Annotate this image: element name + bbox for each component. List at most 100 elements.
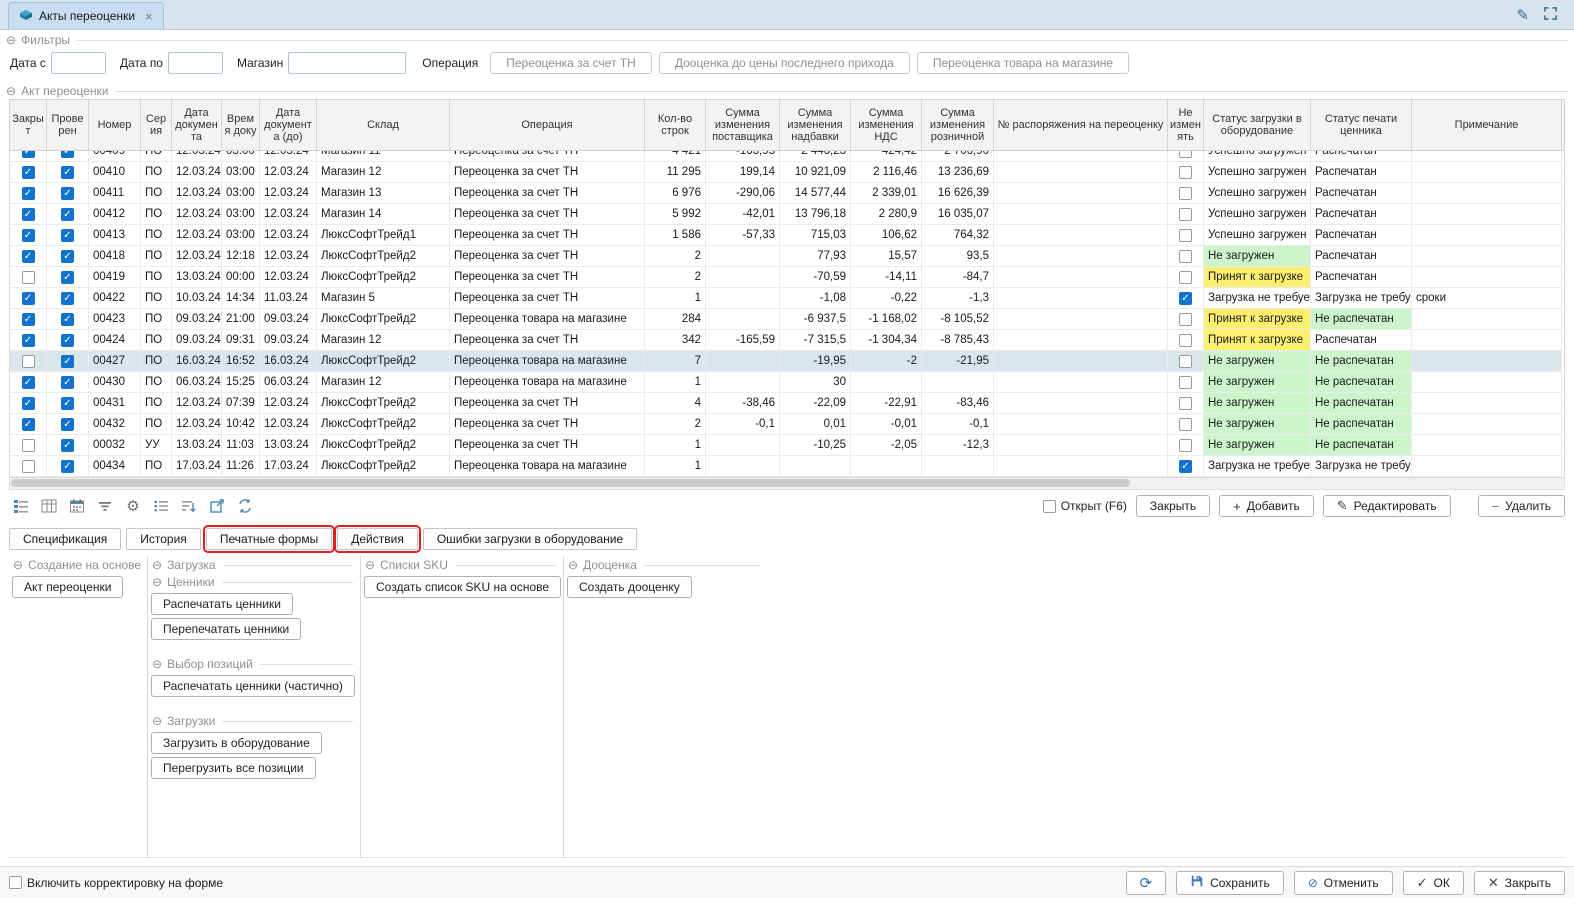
checked-checkbox[interactable]: ✓ xyxy=(61,208,74,221)
table-row[interactable]: ✓00427ПО16.03.2416:5216.03.24ЛюксСофтТре… xyxy=(10,351,1564,372)
checkbox[interactable] xyxy=(1043,500,1056,513)
collapse-icon[interactable]: ⊖ xyxy=(152,559,162,571)
date-from-input[interactable] xyxy=(51,52,106,74)
checked-checkbox[interactable]: ✓ xyxy=(61,292,74,305)
date-to-input[interactable] xyxy=(168,52,223,74)
enable-correction-checkbox[interactable]: Включить корректировку на форме xyxy=(9,876,223,890)
add-button[interactable]: +Добавить xyxy=(1219,495,1314,517)
subtab-3[interactable]: Действия xyxy=(337,528,418,550)
subtab-4[interactable]: Ошибки загрузки в оборудование xyxy=(423,528,637,550)
calendar-icon[interactable] xyxy=(65,495,89,517)
closed-checkbox[interactable]: ✓ xyxy=(22,151,35,158)
subtab-0[interactable]: Спецификация xyxy=(9,528,121,550)
table-row[interactable]: ✓00032УУ13.03.2411:0313.03.24ЛюксСофтТре… xyxy=(10,435,1564,456)
table-row[interactable]: ✓✓00430ПО06.03.2415:2506.03.24Магазин 12… xyxy=(10,372,1564,393)
table-row[interactable]: ✓✓00418ПО12.03.2412:1812.03.24ЛюксСофтТр… xyxy=(10,246,1564,267)
checked-checkbox[interactable]: ✓ xyxy=(61,334,74,347)
column-header[interactable]: Время доку xyxy=(222,100,260,150)
no_change-checkbox[interactable] xyxy=(1179,334,1192,347)
subtab-2[interactable]: Печатные формы xyxy=(206,528,332,550)
delete-button[interactable]: −Удалить xyxy=(1478,495,1565,517)
table-row[interactable]: ✓✓00431ПО12.03.2407:3912.03.24ЛюксСофтТр… xyxy=(10,393,1564,414)
closed-checkbox[interactable]: ✓ xyxy=(22,250,35,263)
column-header[interactable]: Статус загрузки в оборудование xyxy=(1204,100,1311,150)
settings-gear-icon[interactable]: ⚙ xyxy=(121,495,145,517)
closed-checkbox[interactable]: ✓ xyxy=(22,166,35,179)
no_change-checkbox[interactable] xyxy=(1179,229,1192,242)
table-row[interactable]: ✓✓00411ПО12.03.2403:0012.03.24Магазин 13… xyxy=(10,183,1564,204)
no_change-checkbox[interactable] xyxy=(1179,418,1192,431)
closed-checkbox[interactable] xyxy=(22,271,35,284)
open-in-new-icon[interactable] xyxy=(205,495,229,517)
create-markup-button[interactable]: Создать дооценку xyxy=(567,576,692,598)
no_change-checkbox[interactable] xyxy=(1179,439,1192,452)
closed-checkbox[interactable] xyxy=(22,460,35,473)
edit-mode-icon[interactable]: ✎ xyxy=(1516,6,1529,24)
no_change-checkbox[interactable] xyxy=(1179,271,1192,284)
closed-checkbox[interactable]: ✓ xyxy=(22,313,35,326)
closed-checkbox[interactable]: ✓ xyxy=(22,376,35,389)
column-header[interactable]: Дата документа (до) xyxy=(260,100,317,150)
checked-checkbox[interactable]: ✓ xyxy=(61,397,74,410)
column-header[interactable]: № распоряжения на переоценку xyxy=(994,100,1168,150)
table-view-icon[interactable] xyxy=(37,495,61,517)
closed-checkbox[interactable]: ✓ xyxy=(22,187,35,200)
column-header[interactable]: Серия xyxy=(141,100,172,150)
closed-checkbox[interactable] xyxy=(22,355,35,368)
refresh-button[interactable]: ⟳ xyxy=(1126,871,1167,895)
column-header[interactable]: Склад xyxy=(317,100,450,150)
collapse-icon[interactable]: ⊖ xyxy=(365,559,375,571)
checked-checkbox[interactable]: ✓ xyxy=(61,271,74,284)
column-header[interactable]: Закрыт xyxy=(10,100,47,150)
no_change-checkbox[interactable] xyxy=(1179,250,1192,263)
collapse-icon[interactable]: ⊖ xyxy=(568,559,578,571)
checked-checkbox[interactable]: ✓ xyxy=(61,313,74,326)
table-row[interactable]: ✓✓00413ПО12.03.2403:0012.03.24ЛюксСофтТр… xyxy=(10,225,1564,246)
no_change-checkbox[interactable] xyxy=(1179,166,1192,179)
store-input[interactable] xyxy=(288,52,406,74)
table-row[interactable]: ✓✓00409ПО12.03.2403:0012.03.24Магазин 11… xyxy=(10,151,1564,162)
no_change-checkbox[interactable] xyxy=(1179,187,1192,200)
collapse-icon[interactable]: ⊖ xyxy=(13,559,23,571)
closed-checkbox[interactable]: ✓ xyxy=(22,208,35,221)
no_change-checkbox[interactable] xyxy=(1179,397,1192,410)
checked-checkbox[interactable]: ✓ xyxy=(61,439,74,452)
numbered-list-icon[interactable] xyxy=(149,495,173,517)
checked-checkbox[interactable]: ✓ xyxy=(61,229,74,242)
checkbox[interactable] xyxy=(9,876,22,889)
column-header[interactable]: Кол-во строк xyxy=(645,100,706,150)
scrollbar-thumb[interactable] xyxy=(11,479,1130,487)
reload-all-positions-button[interactable]: Перегрузить все позиции xyxy=(151,757,316,779)
edit-button[interactable]: ✎Редактировать xyxy=(1323,495,1451,517)
no_change-checkbox[interactable] xyxy=(1179,208,1192,221)
collapse-icon[interactable]: ⊖ xyxy=(6,34,16,46)
horizontal-scrollbar[interactable] xyxy=(9,478,1565,490)
open-f6-checkbox[interactable]: Открыт (F6) xyxy=(1043,499,1127,513)
checked-checkbox[interactable]: ✓ xyxy=(61,250,74,263)
closed-checkbox[interactable]: ✓ xyxy=(22,334,35,347)
checked-checkbox[interactable]: ✓ xyxy=(61,151,74,158)
detail-view-icon[interactable] xyxy=(9,495,33,517)
checked-checkbox[interactable]: ✓ xyxy=(61,376,74,389)
checked-checkbox[interactable]: ✓ xyxy=(61,187,74,200)
column-header[interactable]: Сумма изменения НДС xyxy=(851,100,922,150)
no_change-checkbox[interactable] xyxy=(1179,355,1192,368)
load-to-equipment-button[interactable]: Загрузить в оборудование xyxy=(151,732,322,754)
column-header[interactable]: Сумма изменения надбавки xyxy=(780,100,851,150)
fullscreen-icon[interactable] xyxy=(1543,6,1558,24)
no_change-checkbox[interactable] xyxy=(1179,313,1192,326)
collapse-icon[interactable]: ⊖ xyxy=(6,85,16,97)
column-header[interactable]: Проверен xyxy=(47,100,89,150)
no_change-checkbox[interactable] xyxy=(1179,151,1192,158)
close-act-button[interactable]: Закрыть xyxy=(1136,495,1210,517)
no_change-checkbox[interactable] xyxy=(1179,376,1192,389)
checked-checkbox[interactable]: ✓ xyxy=(61,166,74,179)
column-header[interactable]: Статус печати ценника xyxy=(1311,100,1412,150)
sort-list-icon[interactable] xyxy=(177,495,201,517)
checked-checkbox[interactable]: ✓ xyxy=(61,418,74,431)
collapse-icon[interactable]: ⊖ xyxy=(152,715,162,727)
save-button[interactable]: Сохранить xyxy=(1176,871,1284,895)
doc-tab-close-icon[interactable]: × xyxy=(145,9,153,24)
subtab-1[interactable]: История xyxy=(126,528,201,550)
table-row[interactable]: ✓00434ПО17.03.2411:2617.03.24ЛюксСофтТре… xyxy=(10,456,1564,477)
